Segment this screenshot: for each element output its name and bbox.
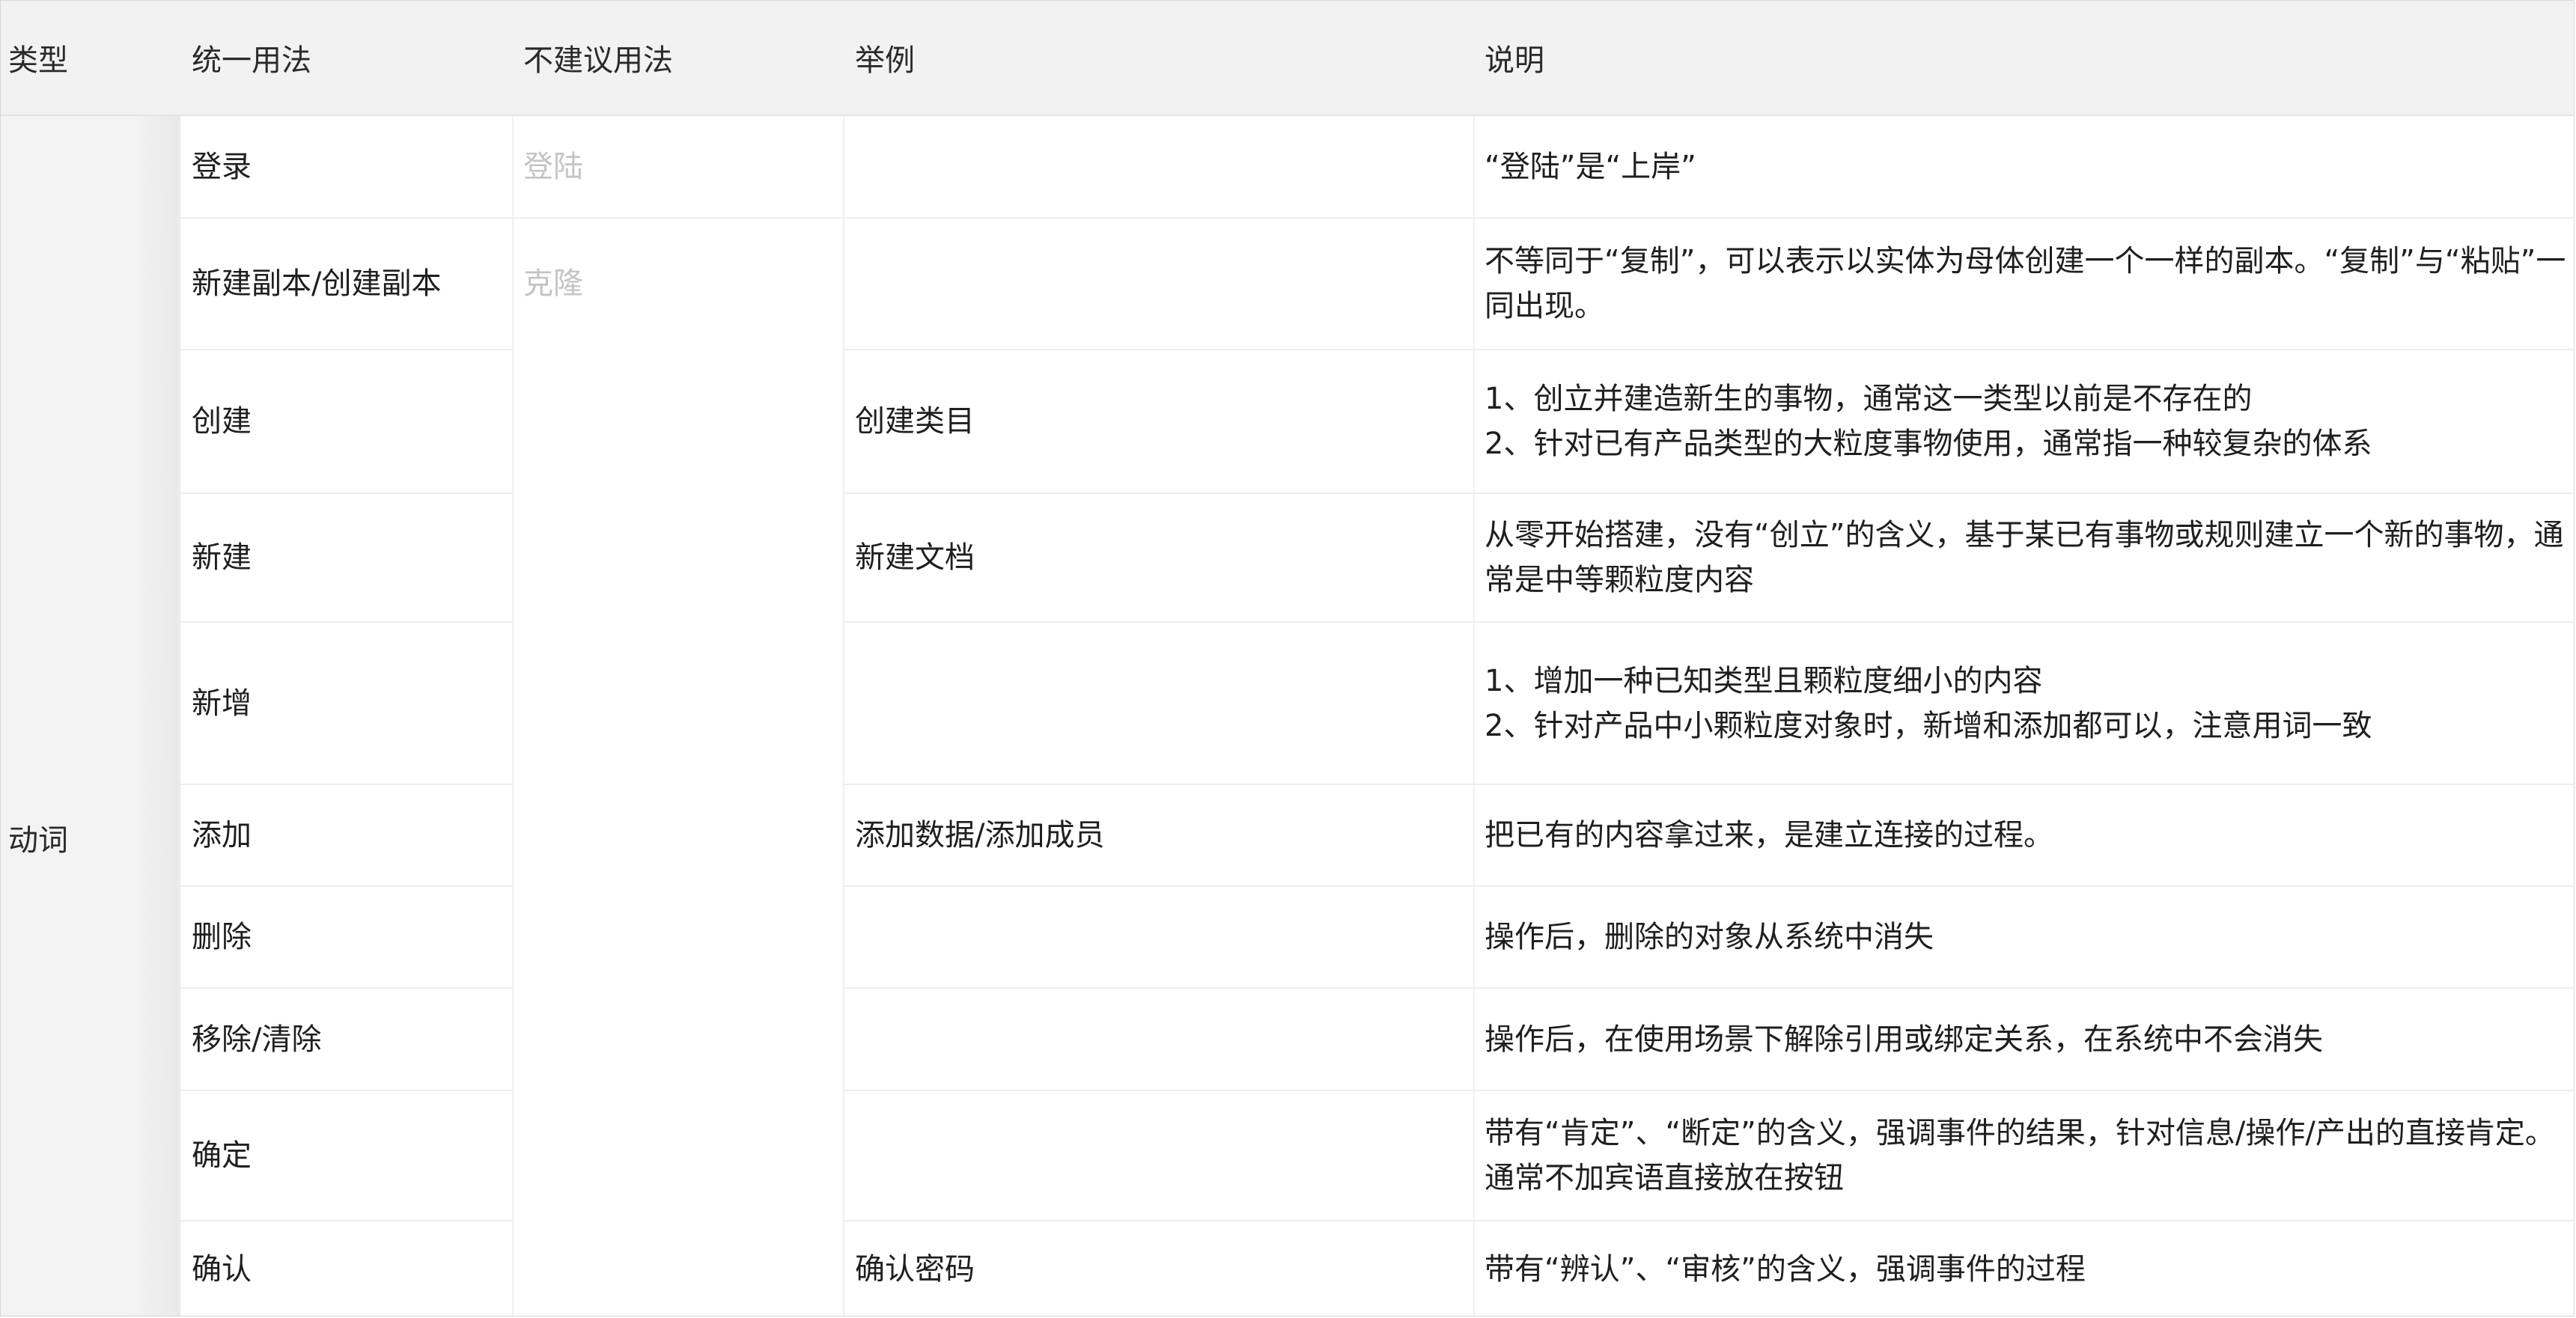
cell-explanation: 把已有的内容拿过来，是建立连接的过程。 bbox=[1485, 784, 2574, 886]
table-row: 确定 带有“肯定”、“断定”的含义，强调事件的结果，针对信息/操作/产出的直接肯定… bbox=[180, 1090, 2574, 1221]
explanation-text: 1、创立并建造新生的事物，通常这一类型以前是不存在的 2、针对已有产品类型的大粒度… bbox=[1485, 382, 2372, 461]
cell-unified-usage: 添加 bbox=[192, 784, 252, 886]
table-row: 新增 1、增加一种已知类型且颗粒度细小的内容 2、针对产品中小颗粒度对象时，新增和添… bbox=[180, 622, 2574, 784]
explanation-text: 操作后，删除的对象从系统中消失 bbox=[1485, 920, 1934, 954]
explanation-text: 把已有的内容拿过来，是建立连接的过程。 bbox=[1485, 818, 2053, 852]
cell-explanation: 操作后，删除的对象从系统中消失 bbox=[1485, 886, 2574, 988]
cell-example-text: 确认密码 bbox=[855, 1251, 975, 1287]
explanation-text: 从零开始搭建，没有“创立”的含义，基于某已有事物或规则建立一个新的事物，通常是中… bbox=[1485, 518, 2564, 597]
cell-example: 创建类目 bbox=[855, 350, 975, 493]
header-example: 举例 bbox=[855, 43, 915, 78]
cell-unified-usage: 创建 bbox=[192, 350, 252, 493]
cell-not-recommended-text: 登陆 bbox=[523, 150, 583, 184]
cell-not-recommended-text: 克隆 bbox=[523, 266, 583, 301]
cell-unified-usage-text: 新增 bbox=[192, 686, 252, 721]
cell-explanation: 1、创立并建造新生的事物，通常这一类型以前是不存在的 2、针对已有产品类型的大粒度… bbox=[1485, 350, 2574, 493]
cell-unified-usage: 新建 bbox=[192, 493, 252, 622]
cell-explanation: “登陆”是“上岸” bbox=[1485, 116, 2574, 218]
header-unified-usage: 统一用法 bbox=[192, 43, 311, 78]
cell-unified-usage: 删除 bbox=[192, 886, 252, 988]
header-explanation: 说明 bbox=[1485, 43, 1544, 78]
table-row: 确认 确认密码 带有“辨认”、“审核”的含义，强调事件的过程 bbox=[180, 1221, 2574, 1316]
terminology-table: 类型 统一用法 不建议用法 举例 说明 动词 登录 登陆 “登陆”是“上岸” 新建副本… bbox=[0, 0, 2575, 1317]
cell-example: 确认密码 bbox=[855, 1221, 975, 1316]
cell-unified-usage-text: 添加 bbox=[192, 818, 252, 852]
cell-unified-usage-text: 创建 bbox=[192, 404, 252, 439]
type-label: 动词 bbox=[8, 823, 68, 858]
cell-unified-usage: 确认 bbox=[192, 1221, 252, 1316]
cell-explanation: 操作后，在使用场景下解除引用或绑定关系，在系统中不会消失 bbox=[1485, 988, 2574, 1090]
header-not-recommended: 不建议用法 bbox=[523, 43, 673, 78]
explanation-text: 带有“辨认”、“审核”的含义，强调事件的过程 bbox=[1485, 1251, 2086, 1287]
type-column: 动词 bbox=[1, 116, 180, 1316]
cell-unified-usage-text: 确定 bbox=[192, 1138, 252, 1173]
cell-explanation: 带有“肯定”、“断定”的含义，强调事件的结果，针对信息/操作/产出的直接肯定。通… bbox=[1485, 1090, 2574, 1221]
cell-example: 添加数据/添加成员 bbox=[855, 784, 1104, 886]
cell-unified-usage-text: 确认 bbox=[192, 1251, 252, 1287]
cell-unified-usage: 移除/清除 bbox=[192, 988, 321, 1090]
table-row: 新建副本/创建副本 克隆 不等同于“复制”，可以表示以实体为母体创建一个一样的副本。… bbox=[180, 218, 2574, 350]
header-type: 类型 bbox=[8, 43, 68, 78]
explanation-text: 1、增加一种已知类型且颗粒度细小的内容 2、针对产品中小颗粒度对象时，新增和添加都… bbox=[1485, 663, 2372, 743]
table-row: 登录 登陆 “登陆”是“上岸” bbox=[180, 116, 2574, 218]
cell-example-text: 新建文档 bbox=[855, 540, 975, 575]
cell-not-recommended: 克隆 bbox=[523, 218, 583, 350]
cell-unified-usage: 登录 bbox=[192, 116, 252, 218]
cell-explanation: 不等同于“复制”，可以表示以实体为母体创建一个一样的副本。“复制”与“粘贴”一同… bbox=[1485, 218, 2574, 350]
table-row: 新建 新建文档 从零开始搭建，没有“创立”的含义，基于某已有事物或规则建立一个新的事… bbox=[180, 493, 2574, 622]
cell-explanation: 从零开始搭建，没有“创立”的含义，基于某已有事物或规则建立一个新的事物，通常是中… bbox=[1485, 493, 2574, 622]
cell-example: 新建文档 bbox=[855, 493, 975, 622]
cell-example-text: 创建类目 bbox=[855, 404, 975, 439]
table-header: 类型 统一用法 不建议用法 举例 说明 bbox=[1, 1, 2574, 116]
cell-unified-usage-text: 新建副本/创建副本 bbox=[192, 266, 442, 301]
explanation-text: 操作后，在使用场景下解除引用或绑定关系，在系统中不会消失 bbox=[1485, 1022, 2323, 1057]
cell-unified-usage: 新建副本/创建副本 bbox=[192, 218, 441, 350]
cell-unified-usage: 新增 bbox=[192, 622, 252, 784]
cell-unified-usage-text: 删除 bbox=[192, 920, 252, 954]
cell-explanation: 1、增加一种已知类型且颗粒度细小的内容 2、针对产品中小颗粒度对象时，新增和添加都… bbox=[1485, 622, 2574, 784]
table-row: 创建 创建类目 1、创立并建造新生的事物，通常这一类型以前是不存在的 2、针对已有产品… bbox=[180, 350, 2574, 493]
table-row: 删除 操作后，删除的对象从系统中消失 bbox=[180, 886, 2574, 988]
cell-example-text: 添加数据/添加成员 bbox=[855, 818, 1105, 852]
cell-unified-usage-text: 移除/清除 bbox=[192, 1022, 322, 1057]
cell-unified-usage-text: 登录 bbox=[192, 150, 252, 184]
table-row: 添加 添加数据/添加成员 把已有的内容拿过来，是建立连接的过程。 bbox=[180, 784, 2574, 886]
cell-not-recommended: 登陆 bbox=[523, 116, 583, 218]
cell-unified-usage: 确定 bbox=[192, 1090, 252, 1221]
table-row: 移除/清除 操作后，在使用场景下解除引用或绑定关系，在系统中不会消失 bbox=[180, 988, 2574, 1090]
explanation-text: 不等同于“复制”，可以表示以实体为母体创建一个一样的副本。“复制”与“粘贴”一同… bbox=[1485, 244, 2566, 323]
cell-unified-usage-text: 新建 bbox=[192, 540, 252, 575]
explanation-text: “登陆”是“上岸” bbox=[1485, 150, 1696, 184]
explanation-text: 带有“肯定”、“断定”的含义，强调事件的结果，针对信息/操作/产出的直接肯定。通… bbox=[1485, 1116, 2555, 1195]
cell-explanation: 带有“辨认”、“审核”的含义，强调事件的过程 bbox=[1485, 1221, 2574, 1316]
